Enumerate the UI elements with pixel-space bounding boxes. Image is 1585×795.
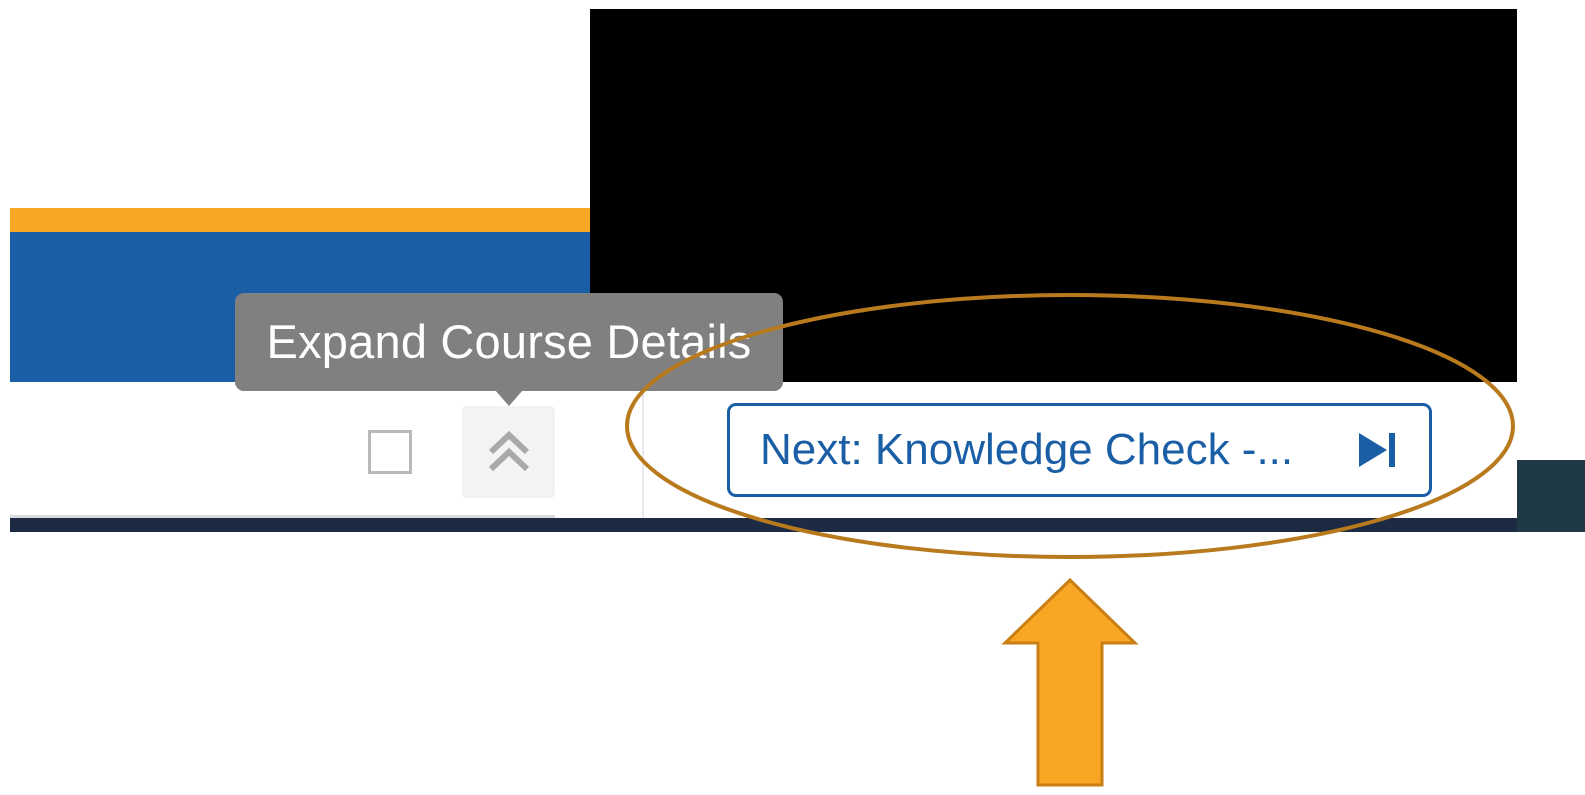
expand-course-details-button[interactable] [462, 406, 555, 498]
header-accent-strip [10, 208, 590, 232]
complete-checkbox[interactable] [368, 430, 412, 474]
skip-next-icon [1357, 431, 1399, 469]
course-player-screen: Expand Course Details Next: Knowledge Ch… [0, 0, 1585, 795]
footer-bar [10, 518, 1517, 532]
expand-course-details-tooltip: Expand Course Details [235, 293, 783, 391]
toolbar-divider [642, 392, 644, 518]
next-lesson-label: Next: Knowledge Check -... [760, 425, 1294, 474]
right-edge-panel [1517, 460, 1585, 532]
double-chevron-up-icon [486, 430, 532, 474]
pointer-arrow-icon [1001, 577, 1139, 787]
tooltip-pointer [495, 390, 523, 406]
next-lesson-button[interactable]: Next: Knowledge Check -... [727, 403, 1432, 497]
